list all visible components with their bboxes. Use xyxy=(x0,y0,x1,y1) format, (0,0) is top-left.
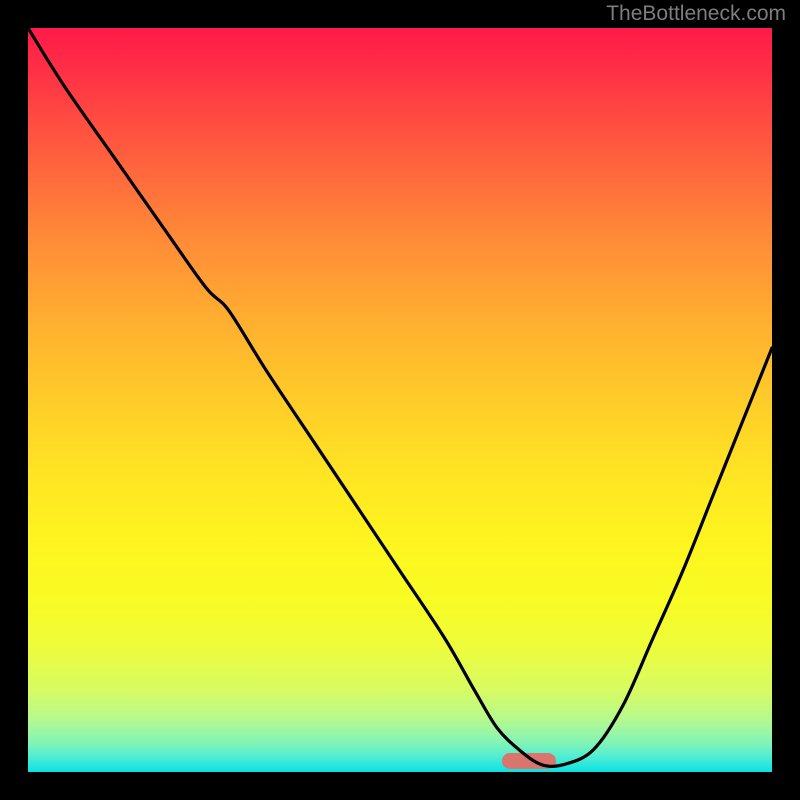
curve-path xyxy=(28,28,772,766)
bottleneck-curve xyxy=(28,28,772,772)
chart-frame: TheBottleneck.com xyxy=(0,0,800,800)
watermark-text: TheBottleneck.com xyxy=(606,2,786,26)
plot-area xyxy=(28,28,772,772)
